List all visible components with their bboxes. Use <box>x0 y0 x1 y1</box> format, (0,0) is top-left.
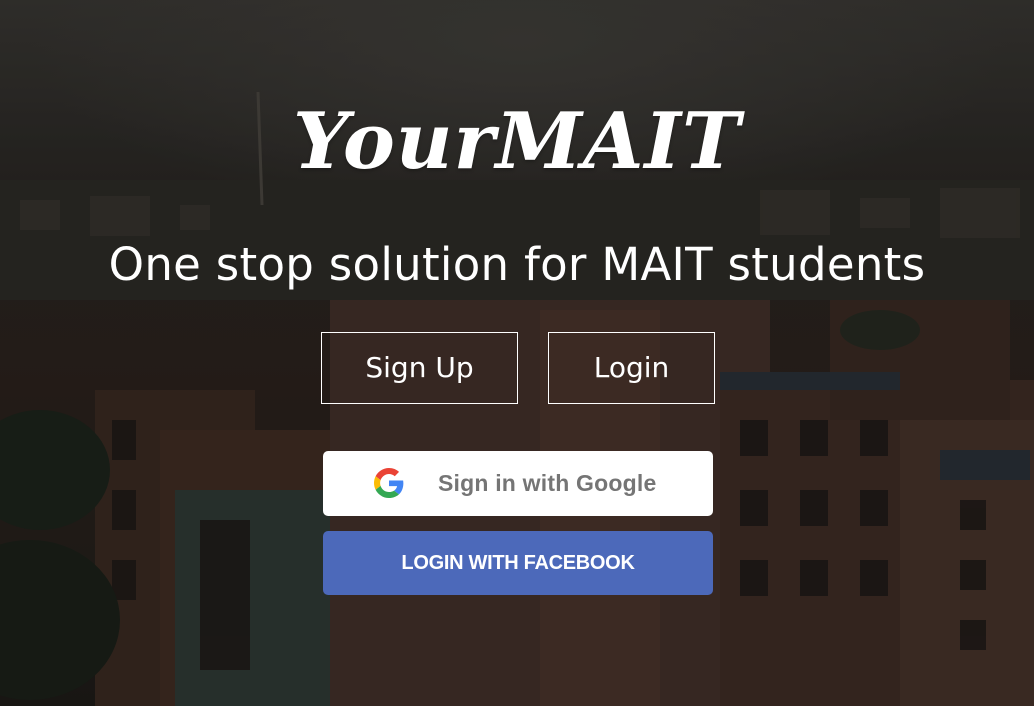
facebook-login-button[interactable]: LOGIN WITH FACEBOOK <box>323 531 713 595</box>
google-signin-label: Sign in with Google <box>438 470 657 496</box>
google-g-icon <box>374 468 404 498</box>
login-button[interactable]: Login <box>548 332 715 404</box>
google-signin-button[interactable]: Sign in with Google <box>323 451 713 516</box>
landing-hero: YourMAIT One stop solution for MAIT stud… <box>0 0 1034 706</box>
site-logo: YourMAIT <box>292 96 742 187</box>
page-tagline: One stop solution for MAIT students <box>108 238 926 291</box>
signup-button[interactable]: Sign Up <box>321 332 518 404</box>
